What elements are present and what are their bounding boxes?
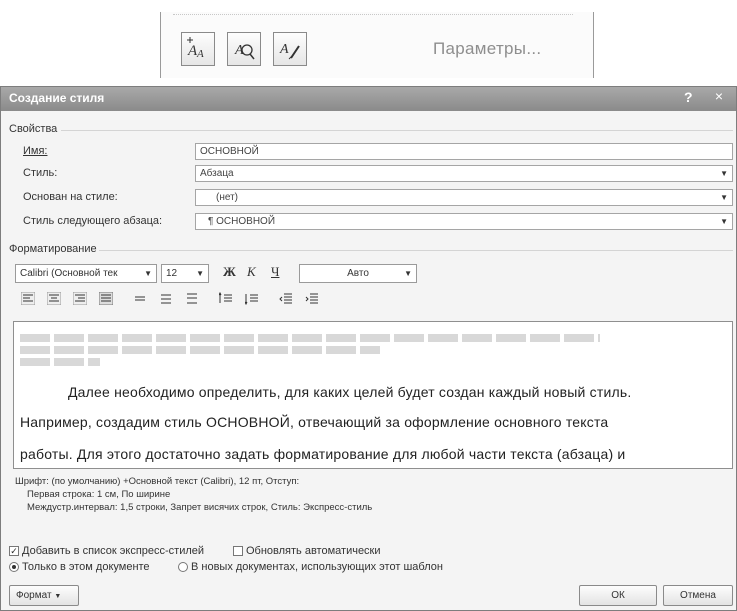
description-line-2: Первая строка: 1 см, По ширине: [27, 489, 171, 500]
name-label: Имя:: [23, 145, 48, 157]
single-spacing-icon[interactable]: [133, 292, 147, 305]
cancel-button[interactable]: Отмена: [663, 585, 733, 606]
chevron-down-icon: ▼: [196, 269, 204, 278]
help-button[interactable]: ?: [684, 89, 693, 105]
type-label: Стиль:: [23, 167, 58, 179]
description-line-1: Шрифт: (по умолчанию) +Основной текст (C…: [15, 476, 300, 487]
font-select[interactable]: Calibri (Основной тек ▼: [15, 264, 157, 283]
name-value: ОСНОВНОЙ: [200, 146, 259, 157]
name-input[interactable]: ОСНОВНОЙ: [195, 143, 733, 160]
formatting-header: Форматирование: [9, 243, 97, 255]
align-center-icon[interactable]: [47, 292, 61, 305]
cancel-button-label: Отмена: [680, 590, 716, 601]
preview-line-3: работы. Для этого достаточно задать форм…: [20, 446, 626, 462]
bold-button[interactable]: Ж: [223, 264, 236, 280]
auto-update-checkbox[interactable]: [233, 546, 243, 556]
add-quick-styles-label: Добавить в список экспресс-стилей: [22, 545, 205, 557]
chevron-down-icon: ▼: [720, 169, 728, 178]
style-inspector-button[interactable]: A: [227, 32, 261, 66]
font-value: Calibri (Основной тек: [20, 268, 118, 279]
auto-update-label: Обновлять автоматически: [246, 545, 381, 557]
properties-separator: [61, 130, 733, 131]
type-select[interactable]: Абзаца ▼: [195, 165, 733, 182]
double-spacing-icon[interactable]: [185, 292, 199, 305]
svg-text:A: A: [279, 42, 289, 57]
align-left-icon[interactable]: [21, 292, 35, 305]
space-before-icon[interactable]: [219, 292, 233, 305]
decrease-indent-icon[interactable]: [279, 292, 293, 305]
add-quick-styles-checkbox[interactable]: ✓: [9, 546, 19, 556]
dialog-titlebar: Создание стиля ? ×: [1, 87, 736, 111]
preview-line-1: Далее необходимо определить, для каких ц…: [68, 384, 632, 400]
only-this-document-radio[interactable]: [9, 562, 19, 572]
new-documents-label: В новых документах, использующих этот ша…: [191, 561, 443, 573]
chevron-down-icon: ▼: [144, 269, 152, 278]
font-color-select[interactable]: Авто ▼: [299, 264, 417, 283]
styles-panel-footer: A A A A Параметры...: [160, 12, 594, 78]
ok-button-label: ОК: [611, 590, 625, 601]
one-half-spacing-icon[interactable]: [159, 292, 173, 305]
ok-button[interactable]: ОК: [579, 585, 657, 606]
next-style-select[interactable]: ¶ ОСНОВНОЙ ▼: [195, 213, 733, 230]
properties-header: Свойства: [9, 123, 58, 135]
based-on-select[interactable]: (нет) ▼: [195, 189, 733, 206]
manage-styles-button[interactable]: A: [273, 32, 307, 66]
chevron-down-icon: ▼: [54, 593, 62, 600]
create-style-dialog: Создание стиля ? × Свойства Имя: ОСНОВНО…: [0, 86, 737, 611]
close-button[interactable]: ×: [706, 88, 732, 106]
panel-divider: [173, 14, 573, 21]
font-size-select[interactable]: 12 ▼: [161, 264, 209, 283]
next-style-value: ¶ ОСНОВНОЙ: [208, 216, 276, 227]
based-on-value: (нет): [216, 192, 238, 203]
description-line-3: Междустр.интервал: 1,5 строки, Запрет ви…: [27, 502, 373, 513]
preview-previous-paragraph: [20, 334, 600, 366]
format-button[interactable]: Формат ▼: [9, 585, 79, 606]
format-button-label: Формат: [16, 590, 52, 601]
type-value: Абзаца: [200, 168, 234, 179]
underline-button[interactable]: Ч: [271, 264, 279, 280]
space-after-icon[interactable]: [245, 292, 259, 305]
chevron-down-icon: ▼: [404, 269, 412, 278]
formatting-separator: [99, 250, 733, 251]
chevron-down-icon: ▼: [720, 217, 728, 226]
font-size-value: 12: [166, 268, 178, 279]
new-style-button[interactable]: A A: [181, 32, 215, 66]
align-right-icon[interactable]: [73, 292, 87, 305]
new-documents-radio[interactable]: [178, 562, 188, 572]
justify-icon[interactable]: [99, 292, 113, 305]
only-this-document-label: Только в этом документе: [22, 561, 150, 573]
based-on-label: Основан на стиле:: [23, 191, 118, 203]
options-link[interactable]: Параметры...: [433, 39, 541, 59]
italic-button[interactable]: К: [247, 264, 256, 280]
style-preview: Далее необходимо определить, для каких ц…: [13, 321, 733, 469]
chevron-down-icon: ▼: [720, 193, 728, 202]
increase-indent-icon[interactable]: [305, 292, 319, 305]
preview-line-2: Например, создадим стиль ОСНОВНОЙ, отвеч…: [20, 414, 609, 430]
svg-text:A: A: [196, 48, 204, 60]
next-style-label: Стиль следующего абзаца:: [23, 215, 163, 227]
font-color-value: Авто: [347, 268, 369, 279]
dialog-title: Создание стиля: [9, 91, 105, 105]
